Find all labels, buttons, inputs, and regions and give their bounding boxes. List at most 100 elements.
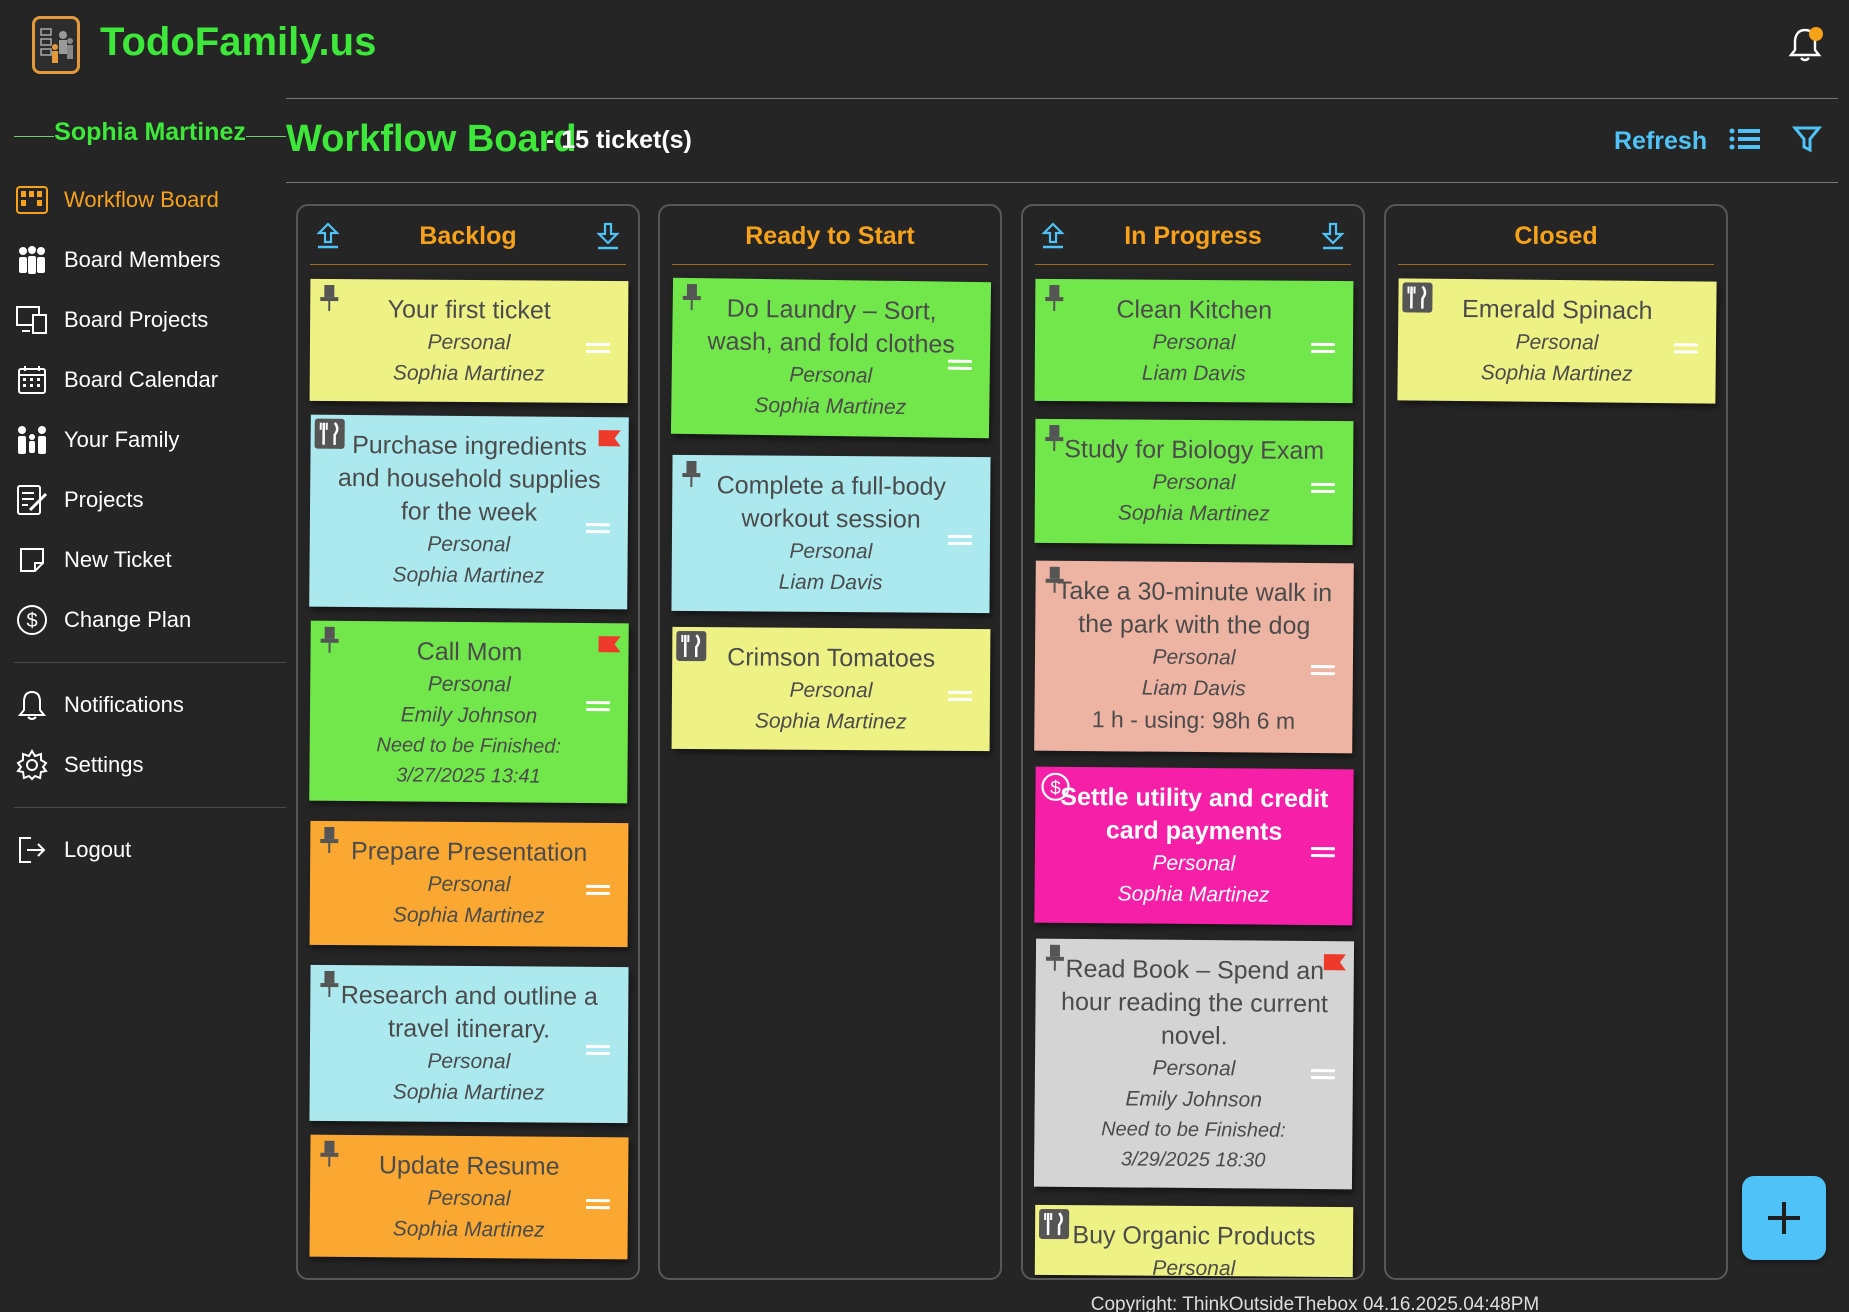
- ticket-card[interactable]: $ Settle utility and credit card payment…: [1034, 766, 1354, 926]
- ticket-card[interactable]: Crimson Tomatoes Personal Sophia Martine…: [671, 626, 991, 752]
- sidebar-item-label: Your Family: [64, 427, 180, 452]
- sidebar-item-notifications[interactable]: Notifications: [14, 675, 286, 735]
- ticket-card[interactable]: Clean Kitchen Personal Liam Davis: [1034, 278, 1354, 404]
- drag-handle-icon[interactable]: [585, 884, 610, 899]
- move-down-icon[interactable]: [1319, 221, 1347, 251]
- divider: [1398, 264, 1714, 265]
- ticket-card[interactable]: Purchase ingredients and household suppl…: [309, 414, 629, 610]
- ticket-title: Read Book – Spend an hour reading the cu…: [1060, 954, 1329, 1051]
- ticket-category: Personal: [1152, 1056, 1236, 1081]
- ticket-assignee: Liam Davis: [1141, 361, 1246, 386]
- page-title: Workflow Board: [286, 118, 577, 160]
- edit-icon: [14, 482, 50, 518]
- ticket-card[interactable]: Research and outline a travel itinerary.…: [309, 964, 629, 1124]
- drag-handle-icon[interactable]: [947, 534, 972, 549]
- drag-handle-icon[interactable]: [585, 342, 610, 357]
- fork-knife-icon: [314, 418, 345, 449]
- drag-handle-icon[interactable]: [585, 1044, 610, 1059]
- ticket-title: Do Laundry – Sort, wash, and fold clothe…: [707, 294, 956, 359]
- ticket-card[interactable]: Call Mom Personal Emily Johnson Need to …: [309, 620, 629, 804]
- ticket-card[interactable]: Update Resume Personal Sophia Martinez: [309, 1134, 629, 1260]
- refresh-button[interactable]: Refresh: [1614, 127, 1707, 156]
- ticket-deadline-label: Need to be Finished:: [1101, 1118, 1286, 1142]
- notifications-bell-icon[interactable]: [1785, 24, 1825, 64]
- sidebar-item-new-ticket[interactable]: New Ticket: [14, 530, 286, 590]
- column-header: Ready to Start: [660, 206, 1000, 266]
- ticket-card[interactable]: Take a 30-minute walk in the park with t…: [1034, 560, 1354, 754]
- notification-badge: [1809, 27, 1823, 41]
- ticket-title: Prepare Presentation: [350, 837, 588, 867]
- divider: [286, 182, 1838, 183]
- ticket-deadline: 3/29/2025 18:30: [1120, 1148, 1266, 1172]
- column-title: Closed: [1514, 222, 1598, 250]
- ticket-title: Crimson Tomatoes: [727, 643, 936, 673]
- ticket-category: Personal: [789, 678, 873, 703]
- sidebar-item-board-calendar[interactable]: Board Calendar: [14, 350, 286, 410]
- ticket-card[interactable]: Study for Biology Exam Personal Sophia M…: [1034, 418, 1354, 546]
- logout-icon: [14, 832, 50, 868]
- ticket-title: Settle utility and credit card payments: [1060, 782, 1329, 846]
- ticket-card[interactable]: Buy Organic Products Personal: [1034, 1204, 1354, 1278]
- pin-icon: [1045, 944, 1064, 971]
- ticket-assignee: Sophia Martinez: [392, 361, 545, 386]
- ticket-assignee: Emily Johnson: [1125, 1087, 1263, 1112]
- svg-text:$: $: [26, 610, 37, 632]
- ticket-category: Personal: [427, 672, 511, 697]
- drag-handle-icon[interactable]: [1310, 665, 1335, 679]
- ticket-card[interactable]: Prepare Presentation Personal Sophia Mar…: [309, 820, 629, 948]
- sidebar-item-projects[interactable]: Projects: [14, 470, 286, 530]
- ticket-category: Personal: [427, 330, 511, 355]
- ticket-card[interactable]: Your first ticket Personal Sophia Martin…: [309, 278, 629, 404]
- sidebar-item-label: Logout: [64, 837, 132, 862]
- list-view-icon[interactable]: [1728, 124, 1764, 158]
- ticket-title: Clean Kitchen: [1116, 295, 1273, 325]
- ticket-card[interactable]: Emerald Spinach Personal Sophia Martinez: [1397, 278, 1717, 404]
- fork-knife-icon: [1402, 282, 1433, 313]
- sidebar-item-workflow-board[interactable]: Workflow Board: [14, 170, 286, 230]
- drag-handle-icon[interactable]: [1310, 1069, 1335, 1083]
- move-down-icon[interactable]: [594, 221, 622, 251]
- sidebar-user: Sophia Martinez: [14, 118, 286, 147]
- drag-handle-icon[interactable]: [1673, 343, 1698, 357]
- drag-handle-icon[interactable]: [947, 359, 972, 374]
- priority-flag-icon: [598, 636, 621, 653]
- sidebar-item-label: Notifications: [64, 692, 184, 717]
- dollar-icon: $: [1041, 772, 1070, 801]
- priority-flag-icon: [1323, 954, 1346, 971]
- drag-handle-icon[interactable]: [1310, 482, 1335, 497]
- drag-handle-icon[interactable]: [1310, 847, 1335, 861]
- column-backlog: Backlog Your first ticket Personal Sophi…: [296, 204, 640, 1280]
- sidebar-item-label: Projects: [64, 487, 144, 512]
- filter-icon[interactable]: [1791, 124, 1826, 158]
- sidebar-item-label: Workflow Board: [64, 187, 219, 212]
- column-in-progress: In Progress Clean Kitchen Personal Liam …: [1021, 204, 1365, 1280]
- add-ticket-button[interactable]: [1742, 1176, 1826, 1260]
- drag-handle-icon[interactable]: [585, 1199, 610, 1213]
- sidebar-item-board-projects[interactable]: Board Projects: [14, 290, 286, 350]
- drag-handle-icon[interactable]: [947, 690, 972, 705]
- ticket-card[interactable]: Complete a full-body workout session Per…: [671, 454, 991, 614]
- drag-handle-icon[interactable]: [586, 701, 611, 715]
- gear-icon: [14, 747, 50, 783]
- drag-handle-icon[interactable]: [1310, 342, 1335, 357]
- sidebar-item-settings[interactable]: Settings: [14, 735, 286, 795]
- divider: [1035, 264, 1351, 265]
- drag-handle-icon[interactable]: [585, 523, 610, 537]
- ticket-assignee: Sophia Martinez: [754, 393, 907, 420]
- ticket-title: Your first ticket: [387, 295, 551, 325]
- sidebar-item-label: Board Calendar: [64, 367, 219, 392]
- sidebar-item-change-plan[interactable]: $ Change Plan: [14, 590, 286, 650]
- sidebar-item-board-members[interactable]: Board Members: [14, 230, 286, 290]
- divider: [246, 136, 286, 137]
- app-logo[interactable]: [32, 16, 80, 74]
- sidebar-item-your-family[interactable]: Your Family: [14, 410, 286, 470]
- pin-icon: [320, 826, 339, 854]
- sidebar-item-logout[interactable]: Logout: [14, 820, 286, 880]
- ticket-category: Personal: [1152, 851, 1236, 876]
- divider: [14, 807, 286, 808]
- ticket-count: - 15 ticket(s): [546, 126, 692, 154]
- ticket-title: Buy Organic Products: [1072, 1221, 1316, 1251]
- ticket-card[interactable]: Do Laundry – Sort, wash, and fold clothe…: [670, 277, 992, 439]
- ticket-assignee: Sophia Martinez: [392, 563, 545, 588]
- ticket-card[interactable]: Read Book – Spend an hour reading the cu…: [1033, 938, 1355, 1190]
